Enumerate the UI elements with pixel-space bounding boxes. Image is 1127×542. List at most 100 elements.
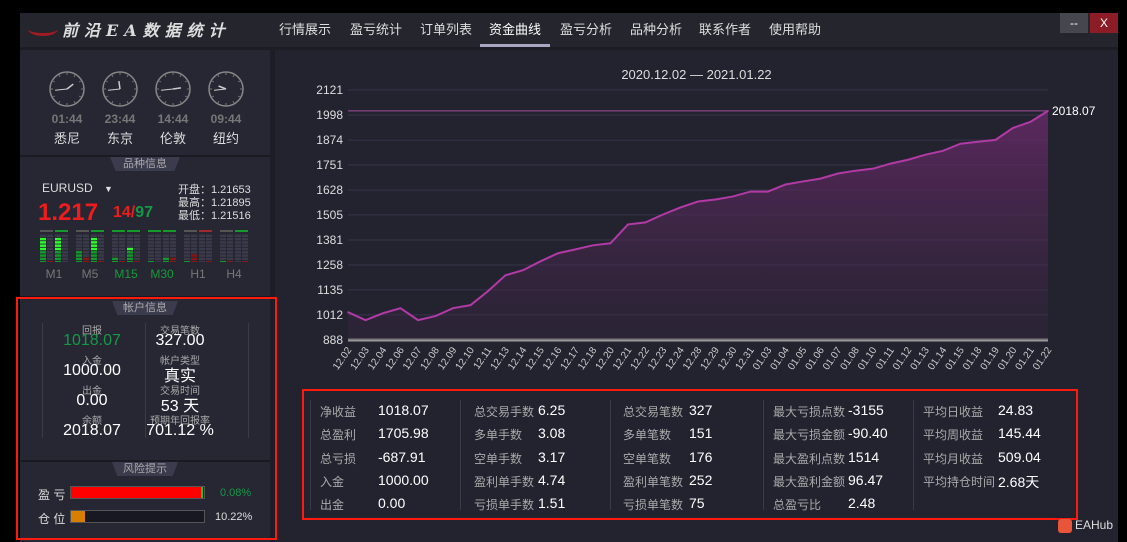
pl-percent: 0.08%: [220, 487, 252, 499]
timeframe-M1[interactable]: M1: [39, 267, 69, 281]
symbol-select[interactable]: EURUSD ▼: [42, 181, 113, 195]
pl-label: 盈 亏: [38, 488, 66, 502]
timeframe-H1[interactable]: H1: [183, 267, 213, 281]
tab-2[interactable]: 订单列表: [412, 13, 480, 47]
stat-value: 327: [689, 402, 713, 418]
price-main: 1.217: [38, 199, 99, 226]
stat-label: 总盈亏比: [773, 498, 822, 513]
data-point: [522, 269, 524, 272]
data-point: [819, 177, 822, 180]
stat-value: 1.51: [538, 495, 566, 512]
data-point: [749, 190, 752, 193]
data-point: [417, 319, 419, 321]
data-point: [1047, 110, 1049, 112]
data-point: [364, 319, 367, 321]
stat-label: 总盈利: [320, 428, 357, 443]
stat-label: 最大盈利金额: [773, 474, 846, 489]
tab-7[interactable]: 使用帮助: [760, 13, 830, 47]
tab-0[interactable]: 行情展示: [270, 13, 340, 47]
data-point: [1029, 121, 1032, 123]
data-point: [889, 162, 892, 165]
end-value-label: 2018.07: [1052, 104, 1096, 118]
stat-value: -3155: [848, 402, 884, 418]
clock-icon: [49, 71, 85, 107]
clock-icon: [155, 71, 191, 107]
stat-value: 6.25: [538, 402, 566, 418]
strength-meter: [184, 230, 212, 262]
stat-value: 1514: [848, 448, 880, 465]
stat-value: -90.40: [848, 425, 888, 442]
x-tick-label: 01.22: [1031, 345, 1055, 372]
section-symbol-info: 品种信息: [110, 157, 180, 171]
symbol-label: EURUSD: [42, 181, 93, 195]
tab-4[interactable]: 盈亏分析: [551, 13, 621, 47]
timeframe-M15[interactable]: M15: [111, 267, 141, 281]
stat-value: 509.04: [998, 448, 1041, 465]
clock-city: 伦敦: [159, 131, 186, 146]
position-label: 仓 位: [38, 512, 66, 526]
y-tick-label: 1874: [316, 133, 343, 147]
minimize-button[interactable]: --: [1060, 13, 1088, 33]
data-point: [662, 213, 664, 216]
stat-value: 1705.98: [378, 425, 429, 442]
data-point: [784, 183, 787, 186]
strength-meter: [76, 230, 104, 262]
equity-area: [348, 110, 1048, 340]
timeframe-M5[interactable]: M5: [75, 267, 105, 281]
y-tick-label: 1012: [316, 308, 343, 322]
stat-label: 最大亏损金额: [773, 428, 846, 443]
timeframe-H4[interactable]: H4: [219, 267, 249, 281]
stat-value: 4.74: [538, 471, 566, 488]
clock-icon: [208, 71, 244, 107]
data-point: [644, 221, 647, 224]
stat-value: 96.47: [848, 471, 884, 488]
y-tick-label: 888: [323, 333, 343, 347]
stat-label: 平均日收益: [923, 405, 984, 419]
app-logo: 前沿EA数据统计: [28, 17, 231, 41]
tab-3[interactable]: 资金曲线: [480, 13, 550, 47]
y-tick-label: 1998: [316, 108, 343, 122]
stat-label: 多单手数: [474, 428, 523, 443]
y-tick-label: 1381: [316, 233, 343, 247]
data-point: [1012, 127, 1014, 129]
stat-label: 平均持仓时间: [923, 474, 996, 489]
data-point: [609, 242, 612, 245]
clock-city: 纽约: [212, 131, 239, 146]
data-point: [539, 260, 542, 263]
clock-icon: [102, 71, 138, 107]
data-point: [732, 195, 734, 198]
stat-value: 0.00: [378, 495, 406, 512]
stat-label: 盈利单笔数: [623, 474, 684, 489]
x-tick-label: 12.10: [454, 345, 478, 372]
y-tick-label: 1505: [316, 208, 343, 222]
chevron-down-icon: ▼: [104, 184, 113, 194]
watermark: EAHub: [1058, 518, 1113, 533]
stat-value: 3.17: [538, 448, 566, 465]
data-point: [767, 190, 769, 193]
stat-value: 3.08: [538, 425, 566, 442]
close-button[interactable]: X: [1090, 13, 1118, 33]
stat-label: 亏损单笔数: [623, 498, 684, 513]
stat-label: 总交易手数: [474, 405, 535, 419]
data-point: [802, 180, 804, 183]
tab-6[interactable]: 联系作者: [690, 13, 760, 47]
timeframe-M30[interactable]: M30: [147, 267, 177, 281]
tab-1[interactable]: 盈亏统计: [341, 13, 411, 47]
stat-value: 2.48: [848, 495, 876, 512]
data-point: [592, 244, 594, 247]
logo-icon: [28, 22, 58, 36]
y-tick-label: 1258: [316, 258, 343, 272]
position-bar-fill: [71, 511, 85, 522]
data-point: [977, 140, 979, 143]
data-point: [399, 307, 402, 309]
stat-value: 1018.07: [378, 402, 429, 418]
stat-label: 出金: [320, 498, 345, 513]
data-point: [714, 198, 717, 201]
data-point: [627, 223, 629, 226]
pl-bar: [70, 486, 205, 499]
stat-label: 最大亏损点数: [773, 405, 846, 419]
low-price: 最低：1.21516: [178, 210, 251, 222]
clock-time: 14:44: [157, 112, 189, 126]
tab-5[interactable]: 品种分析: [622, 13, 690, 47]
price-bid-ask: 14/97: [113, 204, 154, 221]
